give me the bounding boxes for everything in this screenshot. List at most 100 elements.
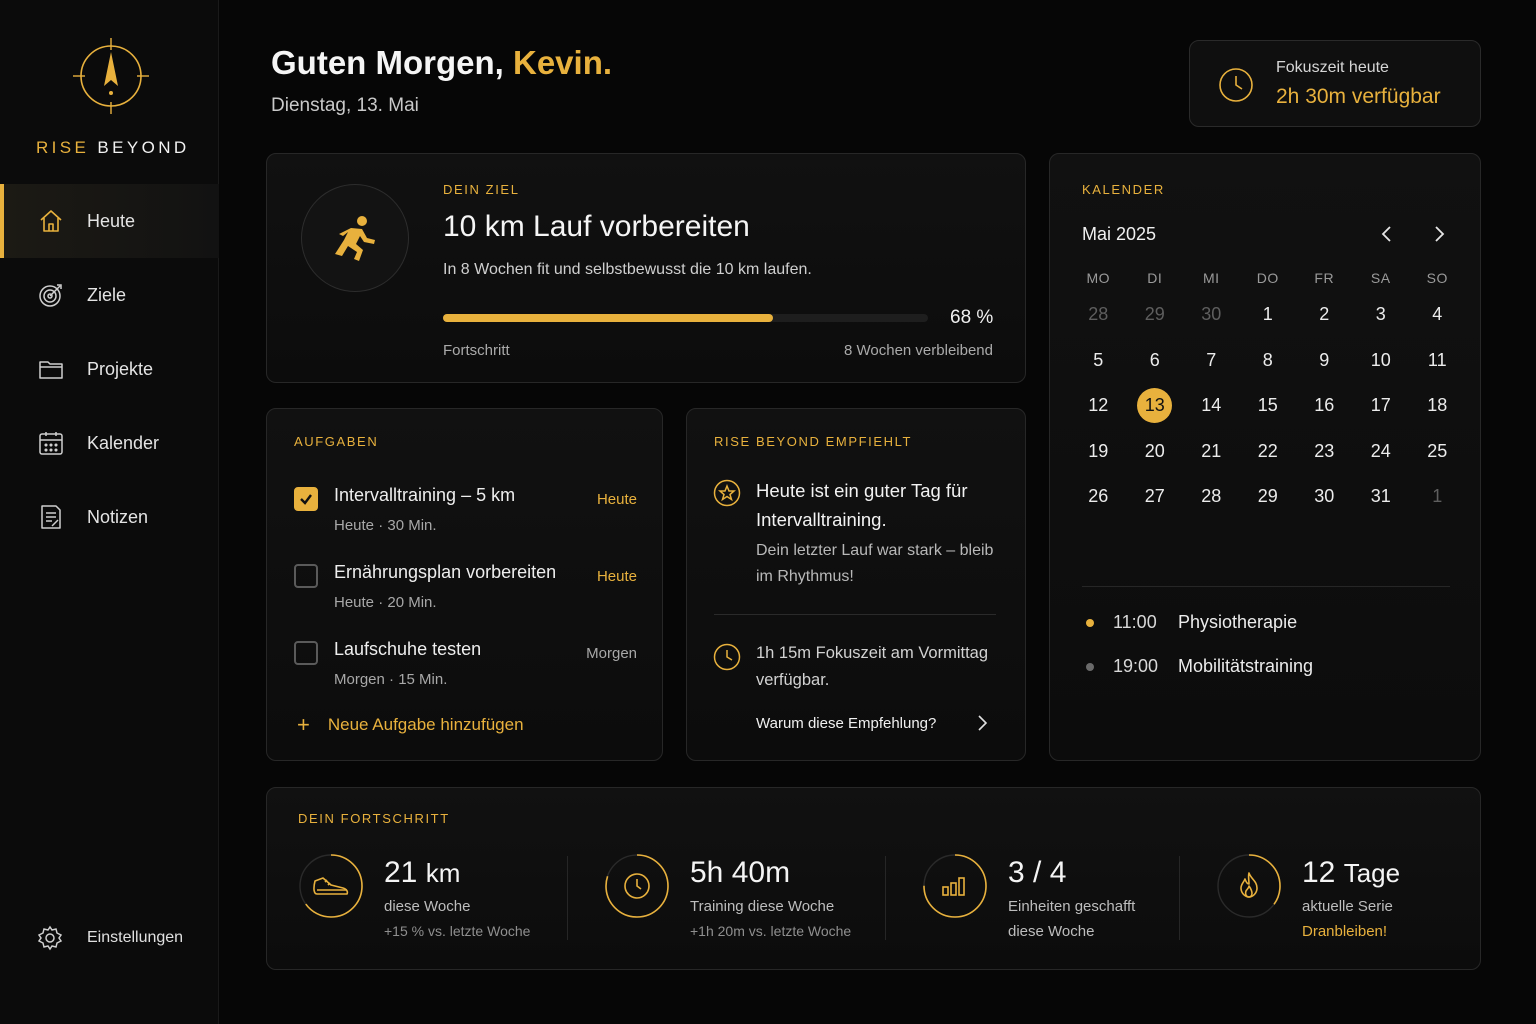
chevron-right-icon[interactable] bbox=[975, 714, 989, 737]
stat-value: 5h 40m bbox=[690, 856, 791, 889]
calendar-day[interactable]: 12 bbox=[1070, 383, 1127, 429]
calendar-week: 5 6 7 8 9 10 11 bbox=[1070, 338, 1470, 384]
recommendation-focus-time: 1h 15m Fokuszeit am Vormittag verfügbar. bbox=[756, 644, 989, 689]
weekday-label: MI bbox=[1202, 270, 1220, 286]
nav-label: Projekte bbox=[87, 358, 154, 379]
calendar-day[interactable]: 27 bbox=[1127, 474, 1184, 520]
task-checkbox[interactable] bbox=[294, 564, 318, 588]
home-icon bbox=[37, 207, 65, 235]
calendar-month: Mai 2025 bbox=[1082, 224, 1157, 244]
clock-icon bbox=[1218, 67, 1254, 108]
why-recommendation-link[interactable]: Warum diese Empfehlung? bbox=[756, 715, 936, 732]
divider bbox=[1179, 856, 1180, 940]
calendar-day[interactable]: 18 bbox=[1409, 383, 1466, 429]
nav-item-ziele[interactable]: Ziele bbox=[0, 258, 219, 332]
divider bbox=[567, 856, 568, 940]
stat-value: 21 km bbox=[384, 856, 460, 890]
calendar-day[interactable]: 20 bbox=[1127, 429, 1184, 475]
nav-item-notizen[interactable]: Notizen bbox=[0, 480, 219, 554]
day-number: 19 bbox=[1088, 440, 1109, 461]
progress-card: DEIN FORTSCHRITT 21 km diese Woche +15 %… bbox=[266, 787, 1481, 970]
day-number: 18 bbox=[1427, 395, 1448, 416]
calendar-day[interactable]: 2 bbox=[1296, 292, 1353, 338]
calendar-week: 28 29 30 1 2 3 4 bbox=[1070, 292, 1470, 338]
sidebar: RISE BEYOND Heute Ziele Projekte Kalende… bbox=[0, 0, 219, 1024]
calendar-day[interactable]: 29 bbox=[1240, 474, 1297, 520]
day-number: 17 bbox=[1370, 395, 1391, 416]
day-number: 24 bbox=[1370, 440, 1391, 461]
chevron-right-icon[interactable] bbox=[1430, 224, 1448, 249]
task-checkbox-checked[interactable] bbox=[294, 487, 318, 511]
day-number: 13 bbox=[1137, 388, 1173, 424]
calendar-day[interactable]: 4 bbox=[1409, 292, 1466, 338]
calendar-week: 12 13 14 15 16 17 18 bbox=[1070, 383, 1470, 429]
user-name: Kevin. bbox=[513, 44, 613, 81]
tasks-card: AUFGABEN Intervalltraining – 5 km Heute … bbox=[266, 408, 663, 761]
nav-item-projekte[interactable]: Projekte bbox=[0, 332, 219, 406]
greeting-text: Guten Morgen, bbox=[271, 44, 504, 81]
calendar-day[interactable]: 9 bbox=[1296, 338, 1353, 384]
chevron-left-icon[interactable] bbox=[1378, 224, 1396, 249]
calendar-day[interactable]: 8 bbox=[1240, 338, 1297, 384]
calendar-day[interactable]: 1 bbox=[1240, 292, 1297, 338]
event-time: 19:00 bbox=[1113, 656, 1159, 676]
calendar-day[interactable]: 10 bbox=[1353, 338, 1410, 384]
calendar-day[interactable]: 29 bbox=[1127, 292, 1184, 338]
nav-item-kalender[interactable]: Kalender bbox=[0, 406, 219, 480]
calendar-day[interactable]: 3 bbox=[1353, 292, 1410, 338]
calendar-day[interactable]: 31 bbox=[1353, 474, 1410, 520]
add-task-button[interactable]: + Neue Aufgabe hinzufügen bbox=[297, 714, 524, 736]
day-number: 20 bbox=[1144, 440, 1165, 461]
calendar-day[interactable]: 30 bbox=[1296, 474, 1353, 520]
calendar-day[interactable]: 25 bbox=[1409, 429, 1466, 475]
clock-icon bbox=[624, 873, 650, 899]
calendar-day[interactable]: 22 bbox=[1240, 429, 1297, 475]
calendar-day[interactable]: 26 bbox=[1070, 474, 1127, 520]
calendar-day[interactable]: 11 bbox=[1409, 338, 1466, 384]
goal-progress-label: Fortschritt bbox=[443, 342, 510, 359]
calendar-day[interactable]: 28 bbox=[1183, 474, 1240, 520]
stat-label: Einheiten geschafft bbox=[1008, 898, 1136, 915]
calendar-day[interactable]: 21 bbox=[1183, 429, 1240, 475]
recommendation-section-label: RISE BEYOND EMPFIEHLT bbox=[714, 434, 913, 449]
recommendation-card: RISE BEYOND EMPFIEHLT Heute ist ein gute… bbox=[686, 408, 1026, 761]
calendar-event[interactable]: 19:00 Mobilitätstraining bbox=[1086, 656, 1313, 677]
calendar-day[interactable]: 23 bbox=[1296, 429, 1353, 475]
goal-progress-bar bbox=[443, 314, 928, 322]
stat-number: 21 bbox=[384, 856, 418, 889]
calendar-day[interactable]: 1 bbox=[1409, 474, 1466, 520]
calendar-day[interactable]: 15 bbox=[1240, 383, 1297, 429]
calendar-day[interactable]: 24 bbox=[1353, 429, 1410, 475]
nav-label: Kalender bbox=[87, 432, 160, 453]
calendar-day[interactable]: 7 bbox=[1183, 338, 1240, 384]
stat-motivation[interactable]: Dranbleiben! bbox=[1302, 923, 1387, 940]
brand-word-rise: RISE bbox=[36, 138, 90, 157]
calendar-day[interactable]: 5 bbox=[1070, 338, 1127, 384]
calendar-day[interactable]: 28 bbox=[1070, 292, 1127, 338]
calendar-card: KALENDER Mai 2025 MO DI MI DO FR SA SO 28 29 30 1 2… bbox=[1049, 153, 1481, 761]
main-nav: Heute Ziele Projekte Kalender Notizen bbox=[0, 184, 219, 554]
weekday-label: DI bbox=[1147, 270, 1163, 286]
calendar-grid: MO DI MI DO FR SA SO 28 29 30 1 2 3 4 5 6 7 8 9 10 11 12 13 14 1… bbox=[1070, 264, 1470, 520]
event-title: Physiotherapie bbox=[1178, 612, 1298, 632]
calendar-day-today[interactable]: 13 bbox=[1127, 383, 1184, 429]
calendar-day[interactable]: 16 bbox=[1296, 383, 1353, 429]
calendar-day[interactable]: 14 bbox=[1183, 383, 1240, 429]
greeting: Guten Morgen, Kevin. bbox=[271, 44, 612, 82]
calendar-day[interactable]: 17 bbox=[1353, 383, 1410, 429]
day-number: 30 bbox=[1314, 486, 1335, 507]
calendar-day[interactable]: 19 bbox=[1070, 429, 1127, 475]
calendar-day[interactable]: 6 bbox=[1127, 338, 1184, 384]
calendar-day[interactable]: 30 bbox=[1183, 292, 1240, 338]
calendar-event[interactable]: 11:00 Physiotherapie bbox=[1086, 612, 1297, 633]
task-checkbox[interactable] bbox=[294, 641, 318, 665]
day-number: 27 bbox=[1144, 486, 1165, 507]
nav-item-heute[interactable]: Heute bbox=[0, 184, 219, 258]
settings-button[interactable]: Einstellungen bbox=[37, 924, 183, 952]
stat-value: 12 Tage bbox=[1302, 856, 1400, 890]
calendar-week: 26 27 28 29 30 31 1 bbox=[1070, 474, 1470, 520]
recommendation-body: Dein letzter Lauf war stark – bleib im R… bbox=[756, 542, 994, 585]
progress-section-label: DEIN FORTSCHRITT bbox=[298, 811, 450, 826]
focus-time-card: Fokuszeit heute 2h 30m verfügbar bbox=[1189, 40, 1481, 127]
event-dot bbox=[1086, 662, 1094, 671]
